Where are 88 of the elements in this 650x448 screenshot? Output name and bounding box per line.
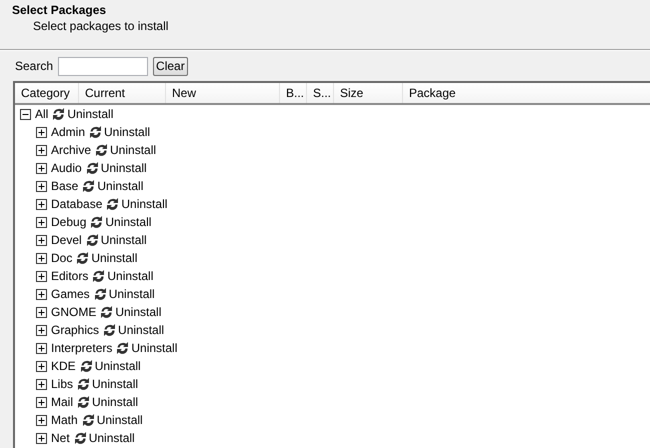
action-label[interactable]: Uninstall <box>97 179 144 193</box>
category-name[interactable]: Devel <box>51 233 82 247</box>
refresh-icon <box>86 162 99 174</box>
refresh-icon <box>82 414 95 426</box>
page-title: Select Packages <box>12 3 106 17</box>
refresh-icon <box>82 180 96 192</box>
action-label[interactable]: Uninstall <box>92 377 138 391</box>
action-label[interactable]: Uninstall <box>96 413 143 427</box>
category-name[interactable]: Debug <box>51 215 86 229</box>
search-field[interactable] <box>58 56 148 76</box>
expand-icon[interactable] <box>36 324 47 336</box>
category-name[interactable]: Net <box>51 431 70 445</box>
column-header[interactable]: New <box>166 83 280 103</box>
category-name[interactable]: GNOME <box>51 305 96 319</box>
expand-icon[interactable] <box>36 378 47 390</box>
refresh-icon <box>77 378 90 390</box>
action-label[interactable]: Uninstall <box>100 233 147 247</box>
column-header[interactable]: Package <box>403 83 650 103</box>
expand-icon[interactable] <box>36 144 47 156</box>
refresh-icon <box>80 360 93 372</box>
action-label[interactable]: Uninstall <box>115 305 162 319</box>
category-name[interactable]: Audio <box>51 161 82 175</box>
action-label[interactable]: Uninstall <box>100 161 147 175</box>
category-name[interactable]: Admin <box>51 125 86 139</box>
refresh-icon <box>106 198 120 210</box>
refresh-icon <box>74 432 87 444</box>
collapse-icon[interactable] <box>20 108 31 120</box>
expand-icon[interactable] <box>36 306 47 318</box>
category-name[interactable]: Games <box>51 287 90 301</box>
expand-icon[interactable] <box>36 432 47 444</box>
action-label[interactable]: Uninstall <box>107 269 154 283</box>
column-header[interactable]: Current <box>79 83 166 103</box>
category-name[interactable]: KDE <box>51 359 76 373</box>
expand-icon[interactable] <box>36 234 47 246</box>
expand-icon[interactable] <box>36 270 47 282</box>
expand-icon[interactable] <box>36 414 47 426</box>
category-name[interactable]: Database <box>51 197 102 211</box>
refresh-icon <box>95 144 108 156</box>
category-name[interactable]: Doc <box>51 251 72 265</box>
category-name[interactable]: All <box>35 107 48 121</box>
category-name[interactable]: Math <box>51 413 78 427</box>
refresh-icon <box>92 270 106 282</box>
page-subtitle: Select packages to install <box>33 19 168 33</box>
refresh-icon <box>52 108 66 120</box>
refresh-icon <box>89 126 102 138</box>
column-header[interactable]: B... <box>280 83 307 103</box>
category-name[interactable]: Base <box>51 179 78 193</box>
action-label[interactable]: Uninstall <box>108 287 155 301</box>
refresh-icon <box>76 252 90 264</box>
expand-icon[interactable] <box>36 126 47 138</box>
expand-icon[interactable] <box>36 360 47 372</box>
refresh-icon <box>90 216 104 228</box>
category-name[interactable]: Archive <box>51 143 92 157</box>
expand-icon[interactable] <box>36 162 47 174</box>
action-label[interactable]: Uninstall <box>91 251 138 265</box>
column-header[interactable]: Size <box>334 83 403 103</box>
action-label[interactable]: Uninstall <box>88 431 135 445</box>
action-label[interactable]: Uninstall <box>121 197 168 211</box>
expand-icon[interactable] <box>36 288 47 300</box>
clear-button[interactable]: Clear <box>153 56 188 76</box>
action-label[interactable]: Uninstall <box>110 143 156 157</box>
category-name[interactable]: Libs <box>51 377 74 391</box>
action-label[interactable]: Uninstall <box>105 215 152 229</box>
refresh-icon <box>86 234 99 246</box>
refresh-icon <box>77 396 90 408</box>
expand-icon[interactable] <box>36 396 47 408</box>
expand-icon[interactable] <box>36 180 47 192</box>
refresh-icon <box>100 306 114 318</box>
action-label[interactable]: Uninstall <box>92 395 138 409</box>
search-label: Search <box>15 59 54 73</box>
category-name[interactable]: Graphics <box>51 323 100 337</box>
action-label[interactable]: Uninstall <box>67 107 114 121</box>
column-header[interactable]: S... <box>307 83 334 103</box>
category-name[interactable]: Editors <box>51 269 88 283</box>
refresh-icon <box>94 288 107 300</box>
category-name[interactable]: Interpreters <box>51 341 112 355</box>
action-label[interactable]: Uninstall <box>118 323 164 337</box>
action-label[interactable]: Uninstall <box>94 359 141 373</box>
expand-icon[interactable] <box>36 252 47 264</box>
expand-icon[interactable] <box>36 198 47 210</box>
column-header[interactable]: Category <box>15 83 79 103</box>
action-label[interactable]: Uninstall <box>131 341 178 355</box>
refresh-icon <box>103 324 116 336</box>
expand-icon[interactable] <box>36 216 47 228</box>
action-label[interactable]: Uninstall <box>104 125 150 139</box>
expand-icon[interactable] <box>36 342 47 354</box>
refresh-icon <box>116 342 130 354</box>
category-name[interactable]: Mail <box>51 395 74 409</box>
